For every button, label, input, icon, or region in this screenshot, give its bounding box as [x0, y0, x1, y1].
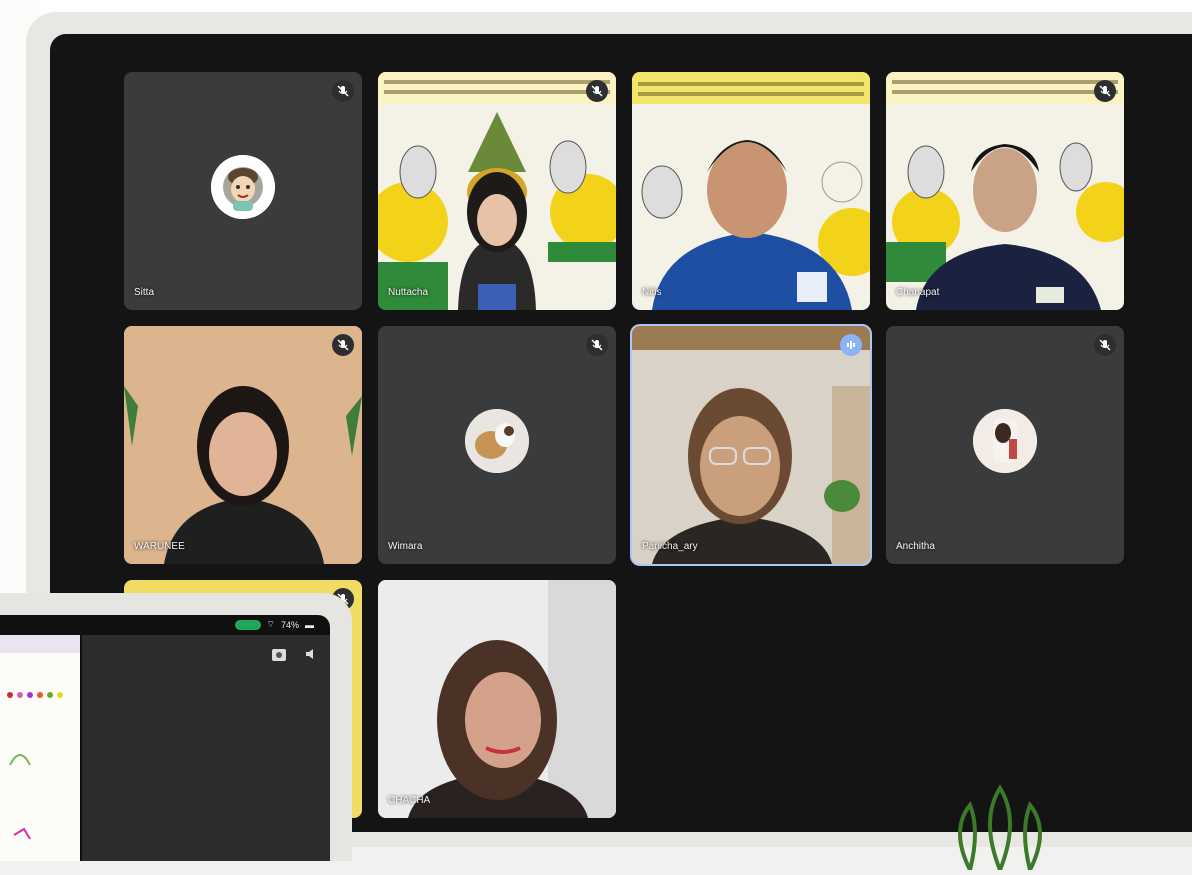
- mic-off-icon: [1094, 80, 1116, 102]
- participant-tile[interactable]: Sitta: [124, 72, 362, 310]
- participant-name: Nitis: [642, 287, 662, 298]
- status-bar: ⌔ 74% ▬: [234, 619, 314, 630]
- phone-screen: ⌔ 74% ▬: [0, 615, 330, 861]
- mic-off-icon: [1094, 334, 1116, 356]
- participant-tile[interactable]: Anchitha: [886, 326, 1124, 564]
- participant-tile[interactable]: Wimara: [378, 326, 616, 564]
- participant-name: WARUNEE: [134, 541, 185, 552]
- mic-off-icon: [332, 334, 354, 356]
- wifi-icon: ⌔: [266, 619, 275, 629]
- participant-tile-active-speaker[interactable]: Panicha_ary: [630, 324, 872, 566]
- participant-name: Nuttacha: [388, 287, 429, 298]
- participant-tile[interactable]: CHACHA: [378, 580, 616, 818]
- virtual-background: [632, 72, 870, 310]
- participant-tile[interactable]: WARUNEE: [124, 326, 362, 564]
- speaker-icon[interactable]: [304, 647, 318, 666]
- camera-icon[interactable]: [270, 645, 290, 668]
- phone-frame: ⌔ 74% ▬: [0, 593, 352, 861]
- mic-off-icon: [332, 80, 354, 102]
- mic-off-icon: [586, 334, 608, 356]
- participant-name: Panicha_ary: [642, 541, 698, 552]
- battery-percent: 74%: [280, 619, 299, 630]
- avatar: [211, 155, 275, 219]
- participant-name: Chanapat: [896, 287, 940, 298]
- participant-tile[interactable]: Chanapat: [886, 72, 1124, 310]
- avatar: [973, 409, 1037, 473]
- speaking-icon: [840, 334, 862, 356]
- avatar: [465, 409, 529, 473]
- participant-name: Sitta: [134, 287, 155, 298]
- phone-video-area: [82, 635, 330, 861]
- virtual-background: [378, 72, 616, 310]
- battery-icon: ▬: [305, 619, 314, 630]
- whiteboard-panel[interactable]: [0, 635, 80, 861]
- participant-tile[interactable]: Nitis: [632, 72, 870, 310]
- participant-tile[interactable]: Nuttacha: [378, 72, 616, 310]
- virtual-background: [886, 72, 1124, 310]
- participant-name: Anchitha: [896, 541, 935, 552]
- mic-off-icon: [586, 80, 608, 102]
- battery-pill: [234, 619, 261, 630]
- participant-name: CHACHA: [388, 795, 431, 806]
- participant-name: Wimara: [388, 541, 423, 552]
